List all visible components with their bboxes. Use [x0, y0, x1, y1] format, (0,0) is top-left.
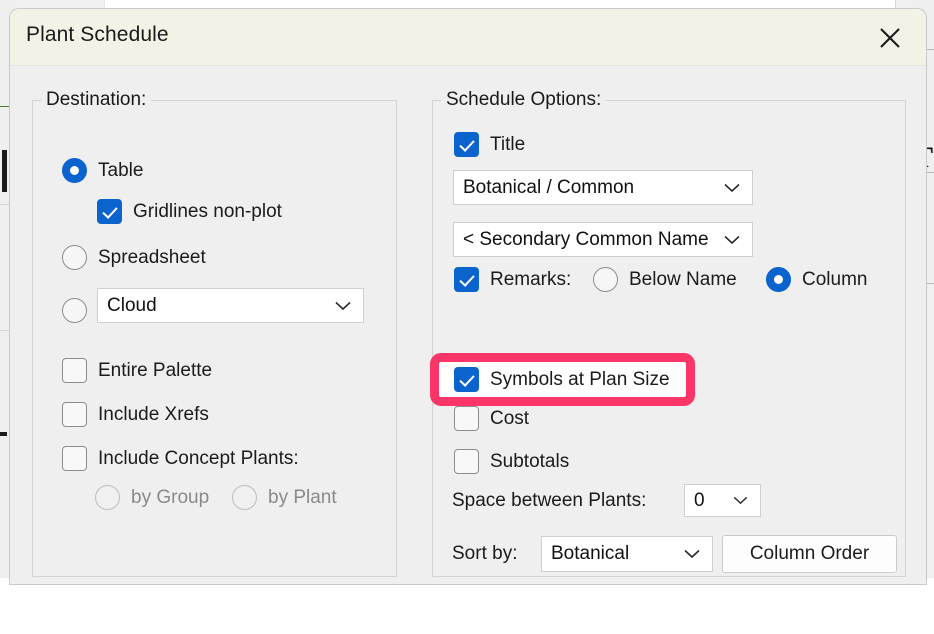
checkbox-row-include-concept-plants[interactable]: Include Concept Plants:: [62, 446, 299, 471]
cloud-destination-combo[interactable]: Cloud: [97, 288, 364, 323]
checkbox-subtotals[interactable]: [454, 449, 479, 474]
radio-by-group: [95, 485, 120, 510]
radio-row-cloud[interactable]: [62, 298, 87, 323]
chevron-down-icon: [335, 301, 351, 310]
screen: T Plant Schedule Destination: Ta: [0, 0, 934, 634]
checkbox-entire-palette[interactable]: [62, 358, 87, 383]
chevron-down-icon: [724, 235, 740, 244]
radio-by-plant-label: by Plant: [268, 486, 337, 508]
checkbox-row-entire-palette[interactable]: Entire Palette: [62, 358, 212, 383]
schedule-options-legend: Schedule Options:: [441, 89, 607, 111]
checkbox-subtotals-label: Subtotals: [490, 450, 570, 472]
checkbox-symbols-at-plan-size[interactable]: [454, 367, 479, 392]
checkbox-include-xrefs[interactable]: [62, 402, 87, 427]
radio-row-by-group: by Group: [95, 485, 209, 510]
dialog-titlebar: Plant Schedule: [10, 9, 926, 66]
cloud-destination-value: Cloud: [107, 294, 157, 316]
radio-spreadsheet-label: Spreadsheet: [98, 246, 206, 268]
radio-by-group-label: by Group: [131, 486, 210, 508]
destination-legend: Destination:: [41, 89, 152, 111]
checkbox-cost[interactable]: [454, 406, 479, 431]
chevron-down-icon: [724, 183, 740, 192]
checkbox-row-include-xrefs[interactable]: Include Xrefs: [62, 402, 209, 427]
space-between-plants-label: Space between Plants:: [452, 490, 647, 511]
space-between-plants-value: 0: [694, 489, 705, 511]
radio-row-table[interactable]: Table: [62, 158, 143, 183]
column-order-button[interactable]: Column Order: [722, 535, 897, 573]
background-marker-upper: [2, 150, 7, 192]
checkbox-row-gridlines[interactable]: Gridlines non-plot: [97, 199, 282, 224]
dialog-body: Destination: Table Gridlines non-plot Sp…: [10, 66, 926, 584]
sort-by-value: Botanical: [551, 543, 630, 564]
checkbox-row-subtotals[interactable]: Subtotals: [454, 449, 569, 474]
checkbox-gridlines-non-plot[interactable]: [97, 199, 122, 224]
checkbox-gridlines-label: Gridlines non-plot: [133, 200, 282, 222]
dialog-title: Plant Schedule: [26, 23, 169, 46]
secondary-common-name-combo[interactable]: < Secondary Common Name: [453, 222, 753, 257]
radio-below-name[interactable]: [593, 267, 618, 292]
secondary-common-name-value: < Secondary Common Name: [463, 228, 709, 250]
checkbox-row-symbols-at-plan-size[interactable]: Symbols at Plan Size: [454, 367, 670, 392]
radio-column[interactable]: [766, 267, 791, 292]
radio-spreadsheet[interactable]: [62, 245, 87, 270]
radio-cloud[interactable]: [62, 298, 87, 323]
radio-by-plant: [232, 485, 257, 510]
checkbox-entire-palette-label: Entire Palette: [98, 359, 213, 381]
checkbox-include-concept-plants[interactable]: [62, 446, 87, 471]
radio-table[interactable]: [62, 158, 87, 183]
radio-row-spreadsheet[interactable]: Spreadsheet: [62, 245, 206, 270]
checkbox-title-label: Title: [490, 133, 526, 155]
checkbox-row-cost[interactable]: Cost: [454, 406, 529, 431]
chevron-down-icon: [733, 496, 748, 505]
checkbox-row-remarks[interactable]: Remarks:: [454, 267, 571, 292]
checkbox-include-concept-plants-label: Include Concept Plants:: [98, 447, 299, 469]
checkbox-include-xrefs-label: Include Xrefs: [98, 403, 209, 425]
sort-by-combo[interactable]: Botanical: [541, 536, 713, 572]
plant-schedule-dialog: Plant Schedule Destination: Table Gridli…: [10, 9, 926, 584]
sort-by-label: Sort by:: [452, 543, 518, 564]
column-order-button-label: Column Order: [749, 543, 870, 564]
radio-column-label: Column: [802, 268, 868, 290]
background-marker-lower: [0, 432, 7, 436]
radio-row-by-plant: by Plant: [232, 485, 337, 510]
checkbox-title[interactable]: [454, 132, 479, 157]
radio-row-column[interactable]: Column: [766, 267, 867, 292]
close-icon[interactable]: [864, 17, 916, 59]
checkbox-row-title[interactable]: Title: [454, 132, 525, 157]
checkbox-remarks[interactable]: [454, 267, 479, 292]
space-between-plants-combo[interactable]: 0: [684, 484, 761, 517]
radio-row-below-name[interactable]: Below Name: [593, 267, 737, 292]
checkbox-cost-label: Cost: [490, 407, 530, 429]
name-format-value: Botanical / Common: [463, 176, 635, 198]
chevron-down-icon: [684, 549, 700, 559]
radio-table-label: Table: [98, 159, 144, 181]
radio-below-name-label: Below Name: [629, 268, 737, 290]
name-format-combo[interactable]: Botanical / Common: [453, 170, 753, 205]
checkbox-remarks-label: Remarks:: [490, 268, 572, 290]
checkbox-symbols-at-plan-size-label: Symbols at Plan Size: [490, 368, 670, 390]
